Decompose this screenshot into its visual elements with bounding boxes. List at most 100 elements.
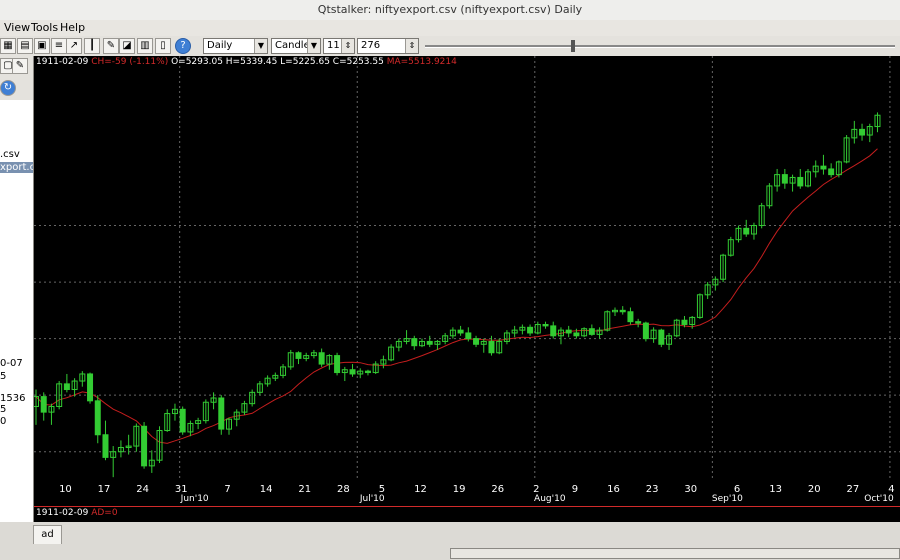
date-tick-label: 30 — [684, 484, 698, 495]
candle-body-4 — [63, 383, 70, 391]
draw-tool-icon[interactable]: ✎ — [103, 38, 119, 54]
date-tick-label: 16 — [607, 484, 620, 495]
chart-info-line: 1911-02-09 CH=-59 (-1.11%) O=5293.05 H=5… — [36, 56, 457, 68]
candle-body-39 — [334, 355, 341, 374]
list-icon[interactable]: ≡ — [51, 38, 67, 54]
date-tick-label: 13 — [769, 484, 783, 495]
menu-help[interactable]: Help — [60, 21, 85, 35]
date-tick-label: 9 — [571, 484, 579, 495]
date-tick-label: 12 — [414, 484, 427, 495]
month-label: Sep'10 — [711, 494, 743, 504]
date-tick-label: 23 — [645, 484, 659, 495]
date-tick-label: 20 — [807, 484, 821, 495]
status-bar — [0, 544, 900, 560]
spacing-spinbox[interactable]: 11 ⇕ — [323, 38, 355, 54]
candle-body-77 — [627, 311, 634, 323]
tab-ad[interactable]: ad — [33, 525, 62, 545]
date-tick-label: 28 — [336, 484, 350, 495]
file-item-2-selected[interactable]: xport.csv — [0, 162, 33, 173]
chart-info-ohlc: O=5293.05 H=5339.45 L=5225.65 C=5253.55 — [171, 57, 384, 67]
indicator-tab-bar: ad — [0, 522, 900, 545]
date-tick-label: 14 — [259, 484, 273, 495]
candle-body-78 — [635, 321, 642, 324]
grid-icon[interactable]: ▦ — [0, 38, 16, 54]
menu-view[interactable]: View — [4, 21, 30, 35]
left-panel-tools: ▢ ✎ ↻ — [0, 56, 33, 100]
folder-icon[interactable]: ▣ — [34, 38, 50, 54]
ad-info-value: AD=0 — [91, 508, 118, 518]
bar-length-select[interactable]: Daily ▼ — [203, 38, 268, 54]
candle-body-66 — [542, 323, 549, 327]
candle-body-81 — [658, 329, 665, 345]
info-line-2: 5 — [0, 371, 7, 382]
candle-body-49 — [411, 338, 418, 347]
candle-body-76 — [619, 309, 626, 313]
file-item-1[interactable]: .csv — [0, 149, 20, 160]
candle-body-51 — [426, 340, 433, 345]
info-line-5: 5 — [0, 404, 7, 415]
candle-body-57 — [473, 338, 480, 345]
candle-body-69 — [565, 329, 572, 334]
candle-body-59 — [488, 340, 495, 354]
chart-info-ma: MA=5513.9214 — [386, 57, 457, 67]
candle-body-97 — [781, 174, 788, 184]
date-tick-label: 27 — [846, 484, 860, 495]
indicator-icon[interactable]: ▥ — [137, 38, 153, 54]
candle-body-55 — [457, 329, 464, 334]
date-tick-label: 10 — [59, 484, 72, 495]
date-tick-label: 19 — [452, 484, 466, 495]
horizontal-scrollbar[interactable] — [450, 548, 900, 559]
line-chart-icon[interactable]: ↗ — [66, 38, 82, 54]
chevron-down-icon: ▼ — [254, 39, 267, 53]
left-panel: ▢ ✎ ↻ .csv xport.csv 0-07 5 1536 5 0 — [0, 56, 34, 522]
candle-body-7 — [87, 373, 94, 402]
ad-indicator-panel[interactable]: 1911-02-09 AD=0 — [34, 506, 900, 523]
zoom-slider-handle[interactable] — [570, 40, 575, 52]
bars-spinbox[interactable]: 276 ⇕ — [357, 38, 419, 54]
candle-body-8 — [94, 400, 101, 436]
candle-body-24 — [218, 397, 225, 430]
menu-tools[interactable]: Tools — [31, 21, 58, 35]
spacing-value: 11 — [327, 40, 340, 51]
chart-canvas — [34, 56, 900, 486]
zoom-slider[interactable] — [425, 45, 895, 48]
table-icon[interactable]: ▤ — [17, 38, 33, 54]
refresh-icon[interactable]: ↻ — [0, 80, 16, 96]
chart-style-select[interactable]: Candle ▼ — [271, 38, 321, 54]
candle-body-43 — [364, 370, 371, 374]
help-icon[interactable]: ? — [175, 38, 191, 54]
candle-body-92 — [743, 227, 750, 235]
window-title: Qtstalker: niftyexport.csv (niftyexport.… — [0, 0, 900, 21]
candle-body-84 — [681, 319, 688, 325]
ad-info-date: 1911-02-09 — [36, 508, 89, 518]
month-label: Jun'10 — [180, 494, 209, 504]
date-tick-label: 21 — [298, 484, 312, 495]
candle-body-14 — [141, 425, 148, 467]
candle-body-107 — [859, 128, 866, 136]
price-chart[interactable]: 1911-02-09 CH=-59 (-1.11%) O=5293.05 H=5… — [34, 56, 900, 486]
candle-body-72 — [588, 328, 595, 335]
paint-icon[interactable]: ◪ — [119, 38, 135, 54]
candle-body-64 — [527, 326, 534, 334]
candle-body-1 — [40, 396, 47, 413]
date-tick-label: 24 — [136, 484, 149, 495]
candle-body-70 — [573, 332, 580, 337]
info-line-4: 1536 — [0, 393, 26, 404]
date-tick-label: 17 — [97, 484, 111, 495]
candle-body-67 — [550, 325, 557, 337]
candle-body-37 — [318, 352, 325, 365]
date-tick-label: 7 — [224, 484, 231, 495]
info-line-1: 0-07 — [0, 358, 23, 369]
ad-info-line: 1911-02-09 AD=0 — [36, 508, 118, 518]
edit-icon[interactable]: ✎ — [12, 58, 28, 74]
month-label: Aug'10 — [534, 494, 566, 504]
date-tick-label: 26 — [491, 484, 505, 495]
menu-bar: View Tools Help — [0, 20, 900, 36]
spin-arrows-icon: ⇕ — [405, 39, 418, 53]
spin-arrows-icon: ⇕ — [341, 39, 354, 53]
candle-body-41 — [349, 369, 356, 375]
bars-value: 276 — [361, 40, 381, 51]
candle-chart-icon[interactable]: ┃ — [84, 38, 100, 54]
book-icon[interactable]: ▯ — [155, 38, 171, 54]
chevron-down-icon: ▼ — [307, 39, 320, 53]
